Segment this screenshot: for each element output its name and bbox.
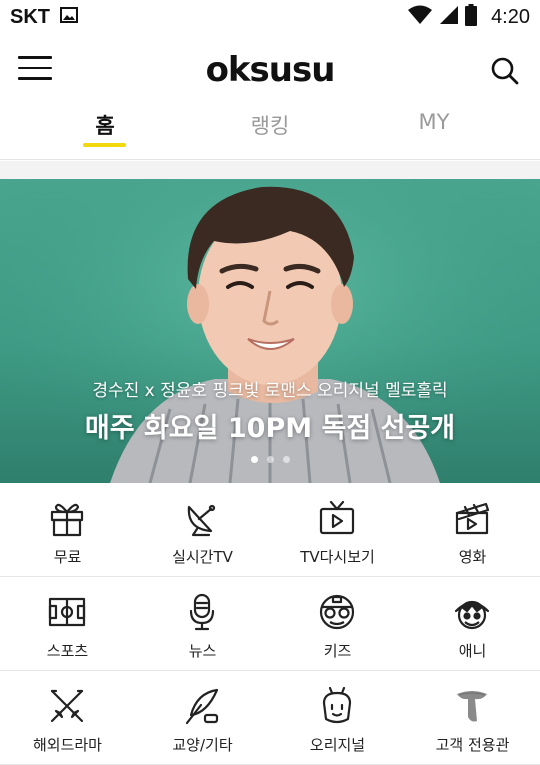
category-row: 스포츠 뉴스 키즈 애니 bbox=[0, 577, 540, 671]
category-label: 키즈 bbox=[323, 642, 352, 660]
category-row: 무료 실시간TV TV다시보기 영화 bbox=[0, 483, 540, 577]
category-anime[interactable]: 애니 bbox=[405, 577, 540, 671]
section-divider bbox=[0, 161, 540, 179]
page-dot bbox=[250, 456, 258, 463]
category-row: 해외드라마 교양/기타 오리지널 고객 전용관 bbox=[0, 671, 540, 765]
status-bar: SKT 4:20 bbox=[0, 0, 540, 34]
active-tab-indicator bbox=[83, 143, 126, 147]
category-label: 해외드라마 bbox=[32, 736, 102, 754]
category-grid: 무료 실시간TV TV다시보기 영화 스포츠 뉴스 키즈 애니 해외드라마 교양… bbox=[0, 483, 540, 765]
tab-my[interactable]: MY bbox=[374, 110, 494, 134]
promo-banner[interactable]: 경수진 x 정윤호 핑크빛 로맨스 오리지널 멜로홀릭 매주 화요일 10PM … bbox=[0, 179, 540, 483]
image-icon bbox=[60, 7, 78, 27]
category-label: 무료 bbox=[53, 548, 82, 566]
search-icon[interactable] bbox=[490, 56, 520, 86]
category-label: 교양/기타 bbox=[172, 736, 233, 754]
original-character-icon bbox=[322, 687, 352, 724]
category-news[interactable]: 뉴스 bbox=[135, 577, 270, 671]
page-dot bbox=[282, 456, 290, 463]
category-original[interactable]: 오리지널 bbox=[270, 671, 405, 765]
category-label: 고객 전용관 bbox=[435, 736, 510, 754]
category-tv-replay[interactable]: TV다시보기 bbox=[270, 483, 405, 577]
carrier-name: SKT bbox=[10, 5, 50, 28]
battery-icon bbox=[465, 4, 478, 30]
category-label: 영화 bbox=[458, 548, 487, 566]
clock: 4:20 bbox=[491, 5, 530, 28]
category-foreign-drama[interactable]: 해외드라마 bbox=[0, 671, 135, 765]
category-sports[interactable]: 스포츠 bbox=[0, 577, 135, 671]
page-dot bbox=[266, 456, 274, 463]
tab-bar: 홈 랭킹 MY bbox=[0, 104, 540, 160]
gift-icon bbox=[50, 503, 84, 537]
banner-title: 매주 화요일 10PM 독점 선공개 bbox=[84, 413, 456, 444]
category-label: TV다시보기 bbox=[300, 548, 375, 566]
category-customer-exclusive[interactable]: 고객 전용관 bbox=[405, 671, 540, 765]
soccer-field-icon bbox=[48, 597, 86, 627]
banner-page-indicator bbox=[0, 456, 540, 463]
microphone-icon bbox=[189, 593, 215, 631]
category-kids[interactable]: 키즈 bbox=[270, 577, 405, 671]
category-label: 실시간TV bbox=[172, 548, 233, 566]
category-free[interactable]: 무료 bbox=[0, 483, 135, 577]
app-bar: oksusu bbox=[0, 40, 540, 102]
robot-face-icon bbox=[319, 594, 355, 630]
wifi-icon bbox=[407, 5, 433, 29]
t-logo-icon bbox=[457, 691, 487, 722]
clapperboard-icon bbox=[455, 502, 490, 535]
banner-subtitle: 경수진 x 정윤호 핑크빛 로맨스 오리지널 멜로홀릭 bbox=[92, 381, 448, 401]
category-label: 뉴스 bbox=[188, 642, 217, 660]
tv-play-icon bbox=[319, 500, 355, 535]
anime-face-icon bbox=[454, 600, 490, 630]
quill-icon bbox=[185, 688, 219, 725]
category-culture-etc[interactable]: 교양/기타 bbox=[135, 671, 270, 765]
tab-home[interactable]: 홈 bbox=[45, 110, 165, 140]
category-movies[interactable]: 영화 bbox=[405, 483, 540, 577]
satellite-dish-icon bbox=[187, 504, 216, 537]
category-label: 스포츠 bbox=[46, 642, 89, 660]
category-label: 애니 bbox=[458, 642, 487, 660]
signal-icon bbox=[439, 5, 459, 29]
category-label: 오리지널 bbox=[309, 736, 366, 754]
tab-ranking[interactable]: 랭킹 bbox=[210, 110, 330, 140]
category-live-tv[interactable]: 실시간TV bbox=[135, 483, 270, 577]
app-logo: oksusu bbox=[205, 50, 336, 90]
crossed-swords-icon bbox=[50, 689, 84, 723]
